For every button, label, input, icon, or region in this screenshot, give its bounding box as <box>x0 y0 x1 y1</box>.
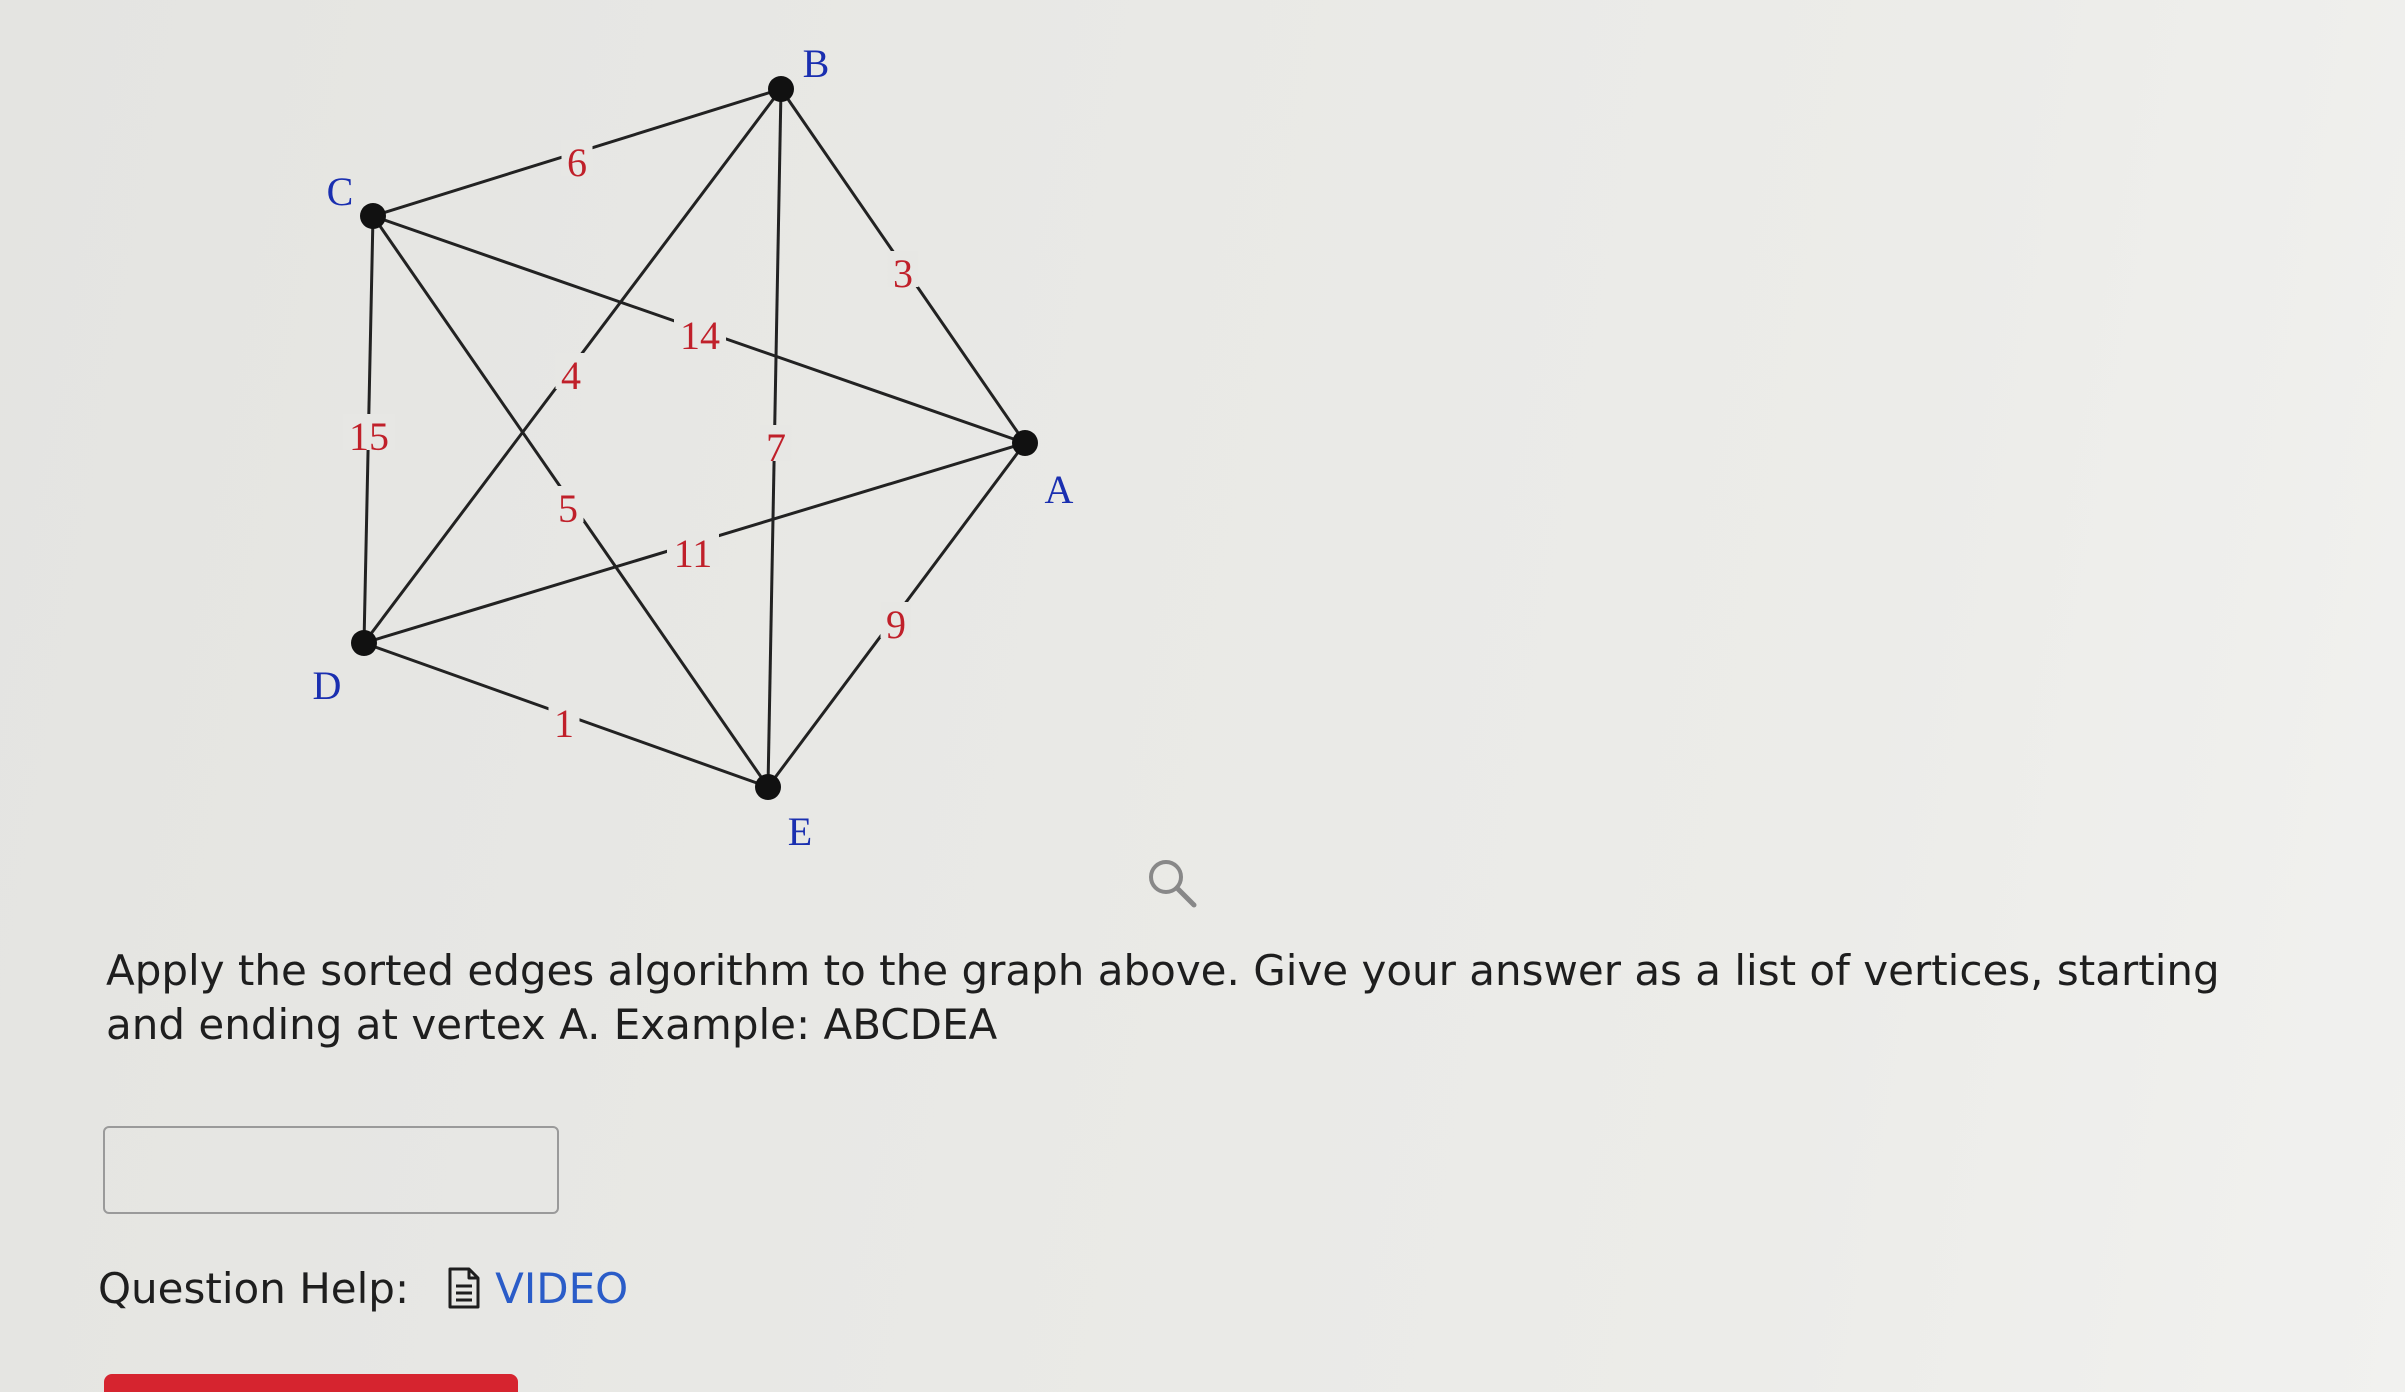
video-link-label: VIDEO <box>495 1263 629 1313</box>
vertex-label-b: B <box>803 41 830 86</box>
vertex-d <box>351 630 377 656</box>
edge-weight-ca: 14 <box>680 313 720 358</box>
vertex-label-a: A <box>1045 467 1074 512</box>
vertex-label-c: C <box>327 169 354 214</box>
edge-weight-ba: 3 <box>893 251 913 296</box>
vertex-e <box>755 774 781 800</box>
vertex-label-e: E <box>788 809 812 854</box>
magnifier-icon[interactable] <box>1144 855 1200 911</box>
answer-input[interactable] <box>103 1126 559 1214</box>
vertex-b <box>768 76 794 102</box>
vertex-a <box>1012 430 1038 456</box>
vertex-c <box>360 203 386 229</box>
question-text: Apply the sorted edges algorithm to the … <box>106 946 2220 1049</box>
submit-button[interactable] <box>104 1374 518 1392</box>
edge-weight-da: 11 <box>674 531 713 576</box>
edge-weight-ce: 5 <box>558 486 578 531</box>
edge-weight-cd: 15 <box>349 414 389 459</box>
question-help-label: Question Help: <box>98 1263 410 1313</box>
edge-weight-ae: 9 <box>886 602 906 647</box>
edge-weight-be: 7 <box>766 425 786 470</box>
question-page: 6 3 14 4 15 7 5 11 9 1 B C A D E Apply the sorted edg… <box>0 0 2405 1392</box>
video-link[interactable]: VIDEO <box>447 1264 628 1313</box>
document-icon <box>448 1267 480 1309</box>
graph-figure: 6 3 14 4 15 7 5 11 9 1 B C A D E <box>313 41 1074 854</box>
vertex-label-d: D <box>313 663 342 708</box>
edge-weight-de: 1 <box>554 701 574 746</box>
question-help: Question Help: VIDEO <box>98 1258 628 1318</box>
edge-weight-cb: 6 <box>567 140 587 185</box>
edge-weight-bd: 4 <box>561 353 581 398</box>
